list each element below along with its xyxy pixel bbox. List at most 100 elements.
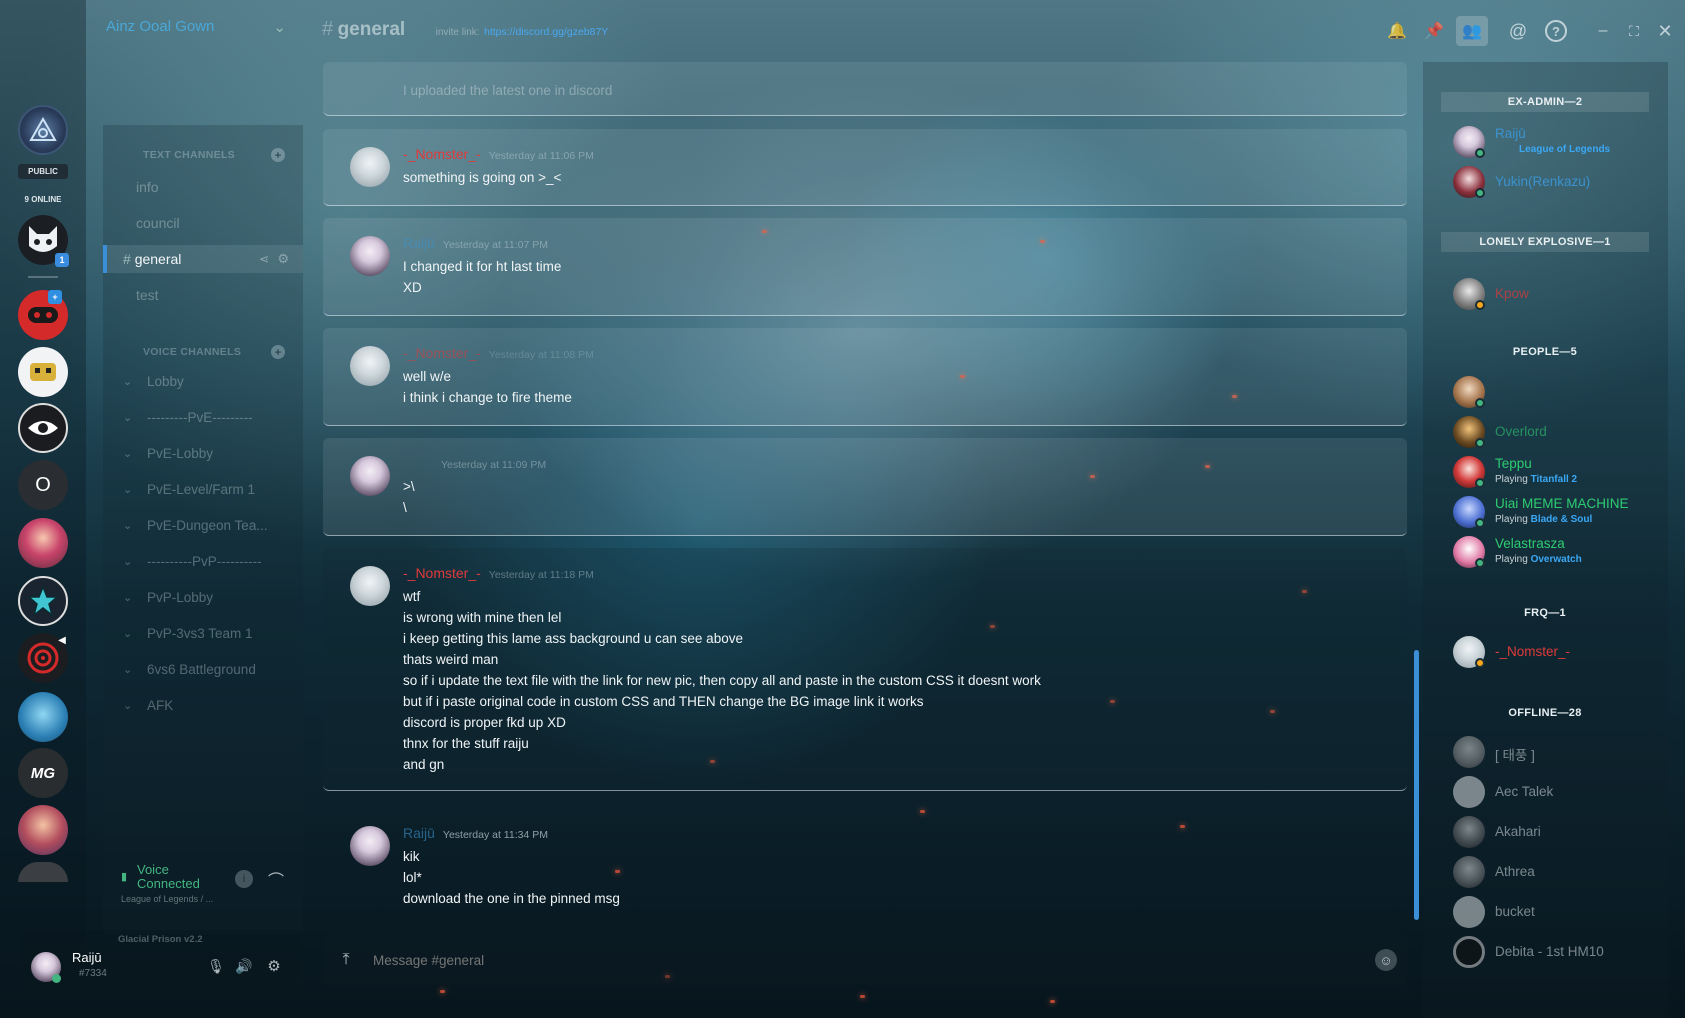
voice-channel[interactable]: ⌄ PvE-Level/Farm 1 — [103, 476, 303, 504]
avatar[interactable] — [350, 346, 390, 386]
message-text: i think i change to fire theme — [403, 390, 572, 405]
avatar[interactable] — [350, 236, 390, 276]
member-item[interactable]: Akahari — [1453, 812, 1663, 852]
member-item[interactable]: Debita - 1st HM10 — [1453, 932, 1663, 972]
user-name: Raijū — [72, 950, 102, 965]
message-input[interactable] — [373, 948, 1333, 972]
hash-icon: # — [322, 18, 334, 40]
headphones-icon[interactable]: 🔊 — [234, 956, 254, 976]
message-text: XD — [403, 280, 422, 295]
chevron-down-icon: ⌄ — [123, 628, 133, 640]
emoji-icon[interactable]: ☺ — [1375, 949, 1397, 971]
message-text: so if i update the text file with the li… — [403, 673, 1041, 688]
info-icon[interactable]: i — [235, 870, 253, 888]
author-name: -_Nomster_- — [403, 146, 481, 162]
server-ainz-icon[interactable] — [18, 105, 68, 155]
add-channel-icon[interactable]: + — [271, 148, 285, 162]
server-anime-icon[interactable] — [18, 518, 68, 568]
avatar[interactable] — [350, 147, 390, 187]
playing-label: Playing — [1495, 554, 1528, 565]
voice-channel[interactable]: ⌄ ----------PvP---------- — [103, 548, 303, 576]
voice-channel[interactable]: ⌄ ---------PvE--------- — [103, 404, 303, 432]
chevron-down-icon[interactable]: ⌄ — [273, 18, 286, 36]
member-item[interactable]: Raijū League of Legends — [1453, 122, 1663, 162]
help-icon[interactable]: ? — [1545, 20, 1567, 42]
member-item[interactable]: Kpow — [1453, 274, 1663, 314]
voice-channels-header[interactable]: VOICE CHANNELS — [143, 346, 241, 358]
server-shark-icon[interactable] — [18, 692, 68, 742]
bell-icon[interactable]: 🔔 — [1386, 20, 1408, 42]
voice-channel-sub[interactable]: League of Legends / ... — [121, 894, 213, 904]
message-author[interactable]: -_Nomster_- Yesterday at 11:08 PM — [403, 345, 594, 361]
avatar[interactable] — [350, 456, 390, 496]
invite-link[interactable]: https://discord.gg/gzeb87Y — [484, 26, 608, 38]
members-icon[interactable]: 👥 — [1456, 16, 1488, 46]
member-group-header: LONELY EXPLOSIVE—1 — [1441, 232, 1649, 252]
invite-label: invite link: — [435, 27, 480, 38]
mic-icon[interactable]: 🎙 — [206, 956, 226, 976]
member-activity: Playing Titanfall 2 — [1495, 474, 1577, 485]
voice-channel-label: PvP-Lobby — [147, 590, 214, 605]
server-character-icon[interactable] — [18, 805, 68, 855]
voice-channel[interactable]: ⌄ AFK — [103, 692, 303, 720]
member-item[interactable]: Uiai MEME MACHINE Playing Blade & Soul — [1453, 492, 1663, 532]
member-item[interactable] — [1453, 372, 1663, 412]
server-header[interactable]: Ainz Ooal Gown ⌄ — [106, 18, 286, 44]
voice-channel[interactable]: ⌄ PvP-3vs3 Team 1 — [103, 620, 303, 648]
voice-channel[interactable]: ⌄ 6vs6 Battleground — [103, 656, 303, 684]
pin-icon[interactable]: 📌 — [1423, 20, 1445, 42]
member-item[interactable]: Teppu Playing Titanfall 2 — [1453, 452, 1663, 492]
voice-channel[interactable]: ⌄ PvE-Lobby — [103, 440, 303, 468]
member-item[interactable]: Athrea — [1453, 852, 1663, 892]
server-partial-icon[interactable] — [18, 862, 68, 882]
server-star-icon[interactable] — [18, 576, 68, 626]
member-name: -_Nomster_- — [1495, 644, 1571, 659]
text-channels-header[interactable]: TEXT CHANNELS — [143, 149, 235, 161]
server-mg[interactable]: MG — [18, 748, 68, 798]
gear-icon[interactable]: ⚙ — [277, 245, 289, 273]
voice-channel[interactable]: ⌄ PvE-Dungeon Tea... — [103, 512, 303, 540]
settings-icon[interactable]: ⚙ — [264, 956, 284, 976]
voice-status-line2: Connected — [137, 876, 200, 891]
disconnect-icon[interactable]: ⌒ — [265, 868, 287, 890]
channel-council[interactable]: council — [103, 209, 303, 237]
chat-scrollbar[interactable] — [1414, 650, 1419, 920]
server-eye-icon[interactable] — [18, 403, 68, 453]
member-item[interactable]: Yukin(Renkazu) — [1453, 162, 1663, 202]
message-text: thnx for the stuff raiju — [403, 736, 529, 751]
member-item[interactable]: -_Nomster_- — [1453, 632, 1663, 672]
upload-icon[interactable]: ⤒ — [335, 949, 357, 971]
channel-test[interactable]: test — [103, 281, 303, 309]
member-item[interactable]: Overlord — [1453, 412, 1663, 452]
mention-icon[interactable]: @ — [1507, 20, 1529, 42]
message-author[interactable]: -_Nomster_- Yesterday at 11:18 PM — [403, 565, 594, 581]
chevron-down-icon: ⌄ — [123, 664, 133, 676]
channel-info[interactable]: info — [103, 173, 303, 201]
chevron-down-icon: ⌄ — [123, 520, 133, 532]
message-author[interactable]: Yesterday at 11:09 PM — [403, 455, 546, 471]
server-o[interactable]: O — [18, 460, 68, 510]
chevron-down-icon: ⌄ — [123, 412, 133, 424]
message-author[interactable]: Raijū Yesterday at 11:34 PM — [403, 825, 548, 841]
message-author[interactable]: -_Nomster_- Yesterday at 11:06 PM — [403, 146, 594, 162]
server-robot-icon[interactable] — [18, 347, 68, 397]
member-item[interactable]: Velastrasza Playing Overwatch — [1453, 532, 1663, 572]
channel-general[interactable]: # general ⋖ ⚙ — [103, 245, 303, 273]
maximize-icon[interactable]: ⛶ — [1625, 22, 1643, 40]
member-item[interactable]: Aec Talek — [1453, 772, 1663, 812]
message-timestamp: Yesterday at 11:34 PM — [442, 829, 548, 841]
member-item[interactable]: [ 태풍 ] — [1453, 732, 1663, 772]
channel-header: # general invite link: https://discord.g… — [322, 18, 608, 48]
avatar[interactable] — [350, 826, 390, 866]
voice-channel[interactable]: ⌄ PvP-Lobby — [103, 584, 303, 612]
member-item[interactable]: bucket — [1453, 892, 1663, 932]
add-voice-channel-icon[interactable]: + — [271, 345, 285, 359]
message-group: Raijū Yesterday at 11:34 PM kik lol* down… — [323, 808, 1407, 918]
server-name: Ainz Ooal Gown — [106, 18, 215, 35]
invite-icon[interactable]: ⋖ — [259, 245, 269, 273]
voice-channel[interactable]: ⌄ Lobby — [103, 368, 303, 396]
minimize-icon[interactable]: – — [1594, 22, 1612, 40]
close-icon[interactable]: ✕ — [1656, 21, 1674, 41]
message-author[interactable]: Raijū Yesterday at 11:07 PM — [403, 235, 548, 251]
avatar[interactable] — [350, 566, 390, 606]
